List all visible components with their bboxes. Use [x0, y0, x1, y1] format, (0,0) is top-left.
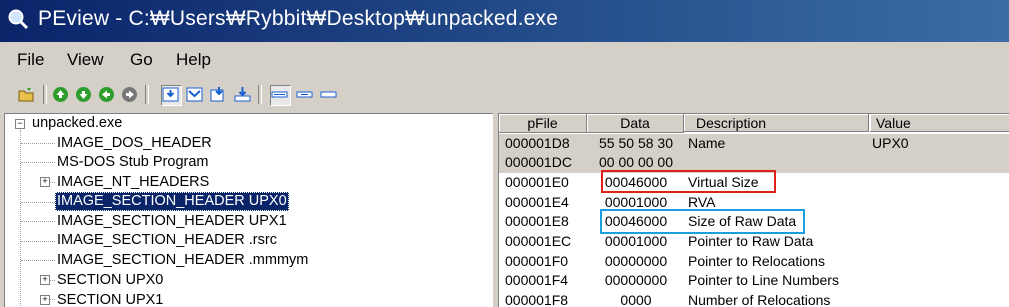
tree-pane[interactable]: − unpacked.exe IMAGE_DOS_HEADER MS-DOS S… — [4, 113, 493, 307]
layout-1-icon — [271, 91, 288, 98]
cell-pfile: 000001E0 — [505, 173, 569, 190]
tree-connector — [21, 241, 55, 242]
window-title: PEview - C:₩Users₩Rybbit₩Desktop₩unpacke… — [38, 7, 559, 30]
menu-file[interactable]: File — [17, 50, 44, 70]
menu-help[interactable]: Help — [176, 50, 211, 70]
tree-item-section-header-upx1[interactable]: IMAGE_SECTION_HEADER UPX1 — [57, 212, 287, 231]
open-folder-icon[interactable] — [18, 86, 35, 103]
highlight-box-raw-data — [600, 209, 805, 234]
cell-pfile: 000001F4 — [505, 272, 569, 289]
cell-data: 00001000 — [604, 233, 668, 249]
cell-pfile: 000001D8 — [505, 134, 570, 151]
cell-data: 00000000 — [604, 252, 668, 269]
cell-description: Pointer to Line Numbers — [688, 272, 839, 289]
table-row[interactable]: 000001F0 00000000 Pointer to Relocations — [499, 252, 1009, 272]
expand-icon[interactable]: + — [40, 275, 50, 285]
tree-item-dos-stub[interactable]: MS-DOS Stub Program — [57, 153, 209, 172]
cell-pfile: 000001F0 — [505, 252, 569, 269]
column-header-description[interactable]: Description — [684, 114, 869, 132]
menu-go[interactable]: Go — [130, 50, 153, 70]
tree-item-nt-headers[interactable]: IMAGE_NT_HEADERS — [57, 173, 209, 192]
column-header-value[interactable]: Value — [870, 114, 1009, 132]
forward-icon[interactable] — [75, 86, 92, 103]
table-row[interactable]: 000001F4 00000000 Pointer to Line Numbers — [499, 271, 1009, 291]
cell-data: 00000000 — [604, 272, 668, 289]
tree-item-root[interactable]: unpacked.exe — [32, 114, 122, 133]
view-dword-icon[interactable] — [210, 86, 227, 103]
tree-connector — [20, 130, 21, 306]
cell-description: Pointer to Raw Data — [688, 233, 814, 249]
cell-data: 0000 — [620, 292, 652, 307]
layout-1-button[interactable] — [270, 85, 291, 106]
tree-item-section-upx0[interactable]: SECTION UPX0 — [57, 271, 163, 290]
table-row[interactable]: 000001D8 55 50 58 30 Name UPX0 — [499, 133, 1009, 153]
tree-item-dos-header[interactable]: IMAGE_DOS_HEADER — [57, 134, 212, 153]
column-header-data[interactable]: Data — [587, 114, 684, 133]
highlight-box-virtual-size — [601, 170, 776, 193]
cell-value: UPX0 — [872, 134, 909, 151]
table-row[interactable]: 000001F8 0000 Number of Relocations — [499, 291, 1009, 307]
menu-bar: File View Go Help — [0, 44, 1009, 76]
cell-data: 55 50 58 30 — [599, 134, 673, 151]
tree-connector — [21, 202, 55, 203]
cell-pfile: 000001E4 — [505, 193, 569, 210]
cell-description: Pointer to Relocations — [688, 252, 825, 269]
view-word-icon[interactable] — [186, 86, 203, 103]
tree-item-section-header-mmmym[interactable]: IMAGE_SECTION_HEADER .mmmym — [57, 251, 308, 270]
down-icon[interactable] — [121, 86, 138, 103]
toolbar-separator — [145, 85, 149, 104]
back-icon[interactable] — [52, 86, 69, 103]
view-byte-icon — [162, 87, 179, 102]
view-byte-button[interactable] — [161, 85, 182, 106]
table-row[interactable]: 000001EC 00001000 Pointer to Raw Data — [499, 232, 1009, 252]
toolbar-separator — [258, 85, 262, 104]
tree-item-section-upx1[interactable]: SECTION UPX1 — [57, 291, 163, 307]
menu-view[interactable]: View — [67, 50, 104, 70]
view-qword-icon[interactable] — [234, 86, 251, 103]
cell-pfile: 000001EC — [505, 233, 572, 249]
expand-icon[interactable]: + — [40, 177, 50, 187]
toolbar-separator — [43, 85, 47, 104]
tree-connector — [21, 162, 55, 163]
expand-icon[interactable]: + — [40, 295, 50, 305]
cell-pfile: 000001E8 — [505, 213, 569, 230]
column-header-pfile[interactable]: pFile — [499, 114, 587, 133]
collapse-icon[interactable]: − — [15, 119, 25, 129]
cell-pfile: 000001DC — [505, 154, 572, 171]
layout-2-icon[interactable] — [296, 86, 313, 103]
magnifier-icon — [8, 9, 29, 30]
toolbar — [0, 80, 1009, 110]
tree-connector — [21, 143, 55, 144]
cell-description: Number of Relocations — [688, 292, 831, 307]
tree-connector — [21, 260, 55, 261]
up-icon[interactable] — [98, 86, 115, 103]
tree-connector — [21, 221, 55, 222]
layout-3-icon[interactable] — [320, 86, 337, 103]
tree-item-section-header-upx0[interactable]: IMAGE_SECTION_HEADER UPX0 — [55, 192, 289, 211]
title-bar: PEview - C:₩Users₩Rybbit₩Desktop₩unpacke… — [0, 0, 1009, 42]
cell-pfile: 000001F8 — [505, 292, 569, 307]
tree-item-section-header-rsrc[interactable]: IMAGE_SECTION_HEADER .rsrc — [57, 231, 277, 250]
cell-description: Name — [688, 134, 726, 151]
